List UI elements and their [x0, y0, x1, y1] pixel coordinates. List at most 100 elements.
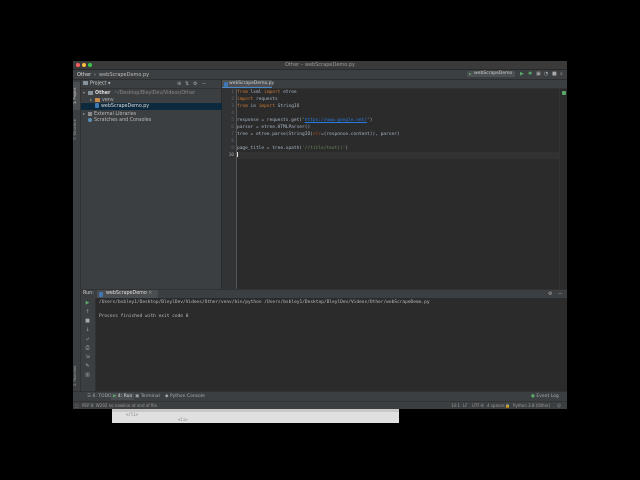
folder-icon [95, 97, 100, 102]
line-number: 8 [231, 139, 234, 144]
run-tab-webscrapedemo[interactable]: webScrapeDemo × [97, 290, 159, 298]
gear-icon[interactable]: ⚙ [548, 291, 552, 297]
up-arrow-icon[interactable]: ↑ [84, 310, 91, 315]
print-icon[interactable]: ⎙ [84, 346, 91, 351]
search-icon[interactable]: ⌕ [560, 72, 563, 77]
run-toolbar: ▶ ↑ ■ ↓ ⤶ ⎙ ⇲ ✎ ▥ [81, 298, 96, 391]
status-bar: ▢ PEP 8: W292 no newline at end of file … [73, 401, 567, 409]
code-line-5: response = requests.get("https://www.goo… [237, 118, 373, 123]
locate-file-icon[interactable]: ⊕ [177, 81, 181, 87]
close-icon[interactable]: × [148, 291, 152, 296]
stop-icon[interactable]: ■ [552, 72, 557, 77]
navigation-bar: Other › webScrapeDemo.py webScrapeDemo ▶… [73, 70, 567, 80]
python-file-icon [95, 103, 99, 108]
lock-icon[interactable]: 🔒 [505, 403, 510, 409]
hide-panel-icon[interactable]: − [202, 81, 206, 87]
line-number: 2 [231, 97, 234, 102]
breadcrumb-separator-icon: › [94, 71, 96, 78]
tree-item-external-libraries[interactable]: ▸ External Libraries [81, 110, 223, 117]
editor-tab-label: webScrapeDemo.py [229, 81, 275, 86]
run-label: Run: [83, 291, 94, 296]
background-text: <li> [178, 417, 188, 422]
notifications-icon[interactable]: ☺ [557, 403, 561, 409]
run-icon[interactable]: ▶ [520, 72, 524, 77]
caret-position[interactable]: 10:1 [451, 403, 460, 409]
trash-icon[interactable]: ▥ [84, 373, 91, 378]
profile-icon[interactable]: ◔ [544, 72, 548, 77]
line-number: 4 [231, 111, 234, 116]
todo-tab[interactable]: ☰ 6: TODO [87, 393, 112, 400]
code-editor[interactable]: from lxml import etree import requests f… [237, 89, 567, 292]
line-number: 3 [231, 104, 234, 109]
scratch-icon [88, 117, 92, 122]
python-file-icon [99, 291, 103, 297]
file-encoding[interactable]: UTF-8 [472, 403, 484, 409]
debug-icon[interactable]: ✱ [528, 72, 532, 77]
inspection-ok-icon[interactable] [562, 91, 566, 95]
python-interpreter[interactable]: Python 3.8 (Other) [513, 403, 550, 409]
hide-panel-icon[interactable]: − [558, 291, 562, 297]
line-number: 5 [231, 118, 234, 123]
code-line-3: from io import StringIO [237, 104, 300, 109]
rerun-icon[interactable]: ▶ [84, 301, 91, 306]
line-number-gutter: 1 2 3 4 5 6 7 8 9 10 [222, 89, 237, 292]
breadcrumb-file[interactable]: webScrapeDemo.py [99, 72, 149, 78]
down-arrow-icon[interactable]: ↓ [84, 328, 91, 333]
tree-item-other[interactable]: ▾ Other ~/Desktop/BleylDev/Videos/Other [81, 89, 223, 96]
background-window-edge [112, 409, 399, 412]
run-console: ▶ ↑ ■ ↓ ⤶ ⎙ ⇲ ✎ ▥ /Users/bsbley1/Desktop… [81, 298, 567, 391]
project-tool-tab[interactable]: 1: Project [73, 82, 80, 110]
event-log-tab[interactable]: ● Event Log [531, 393, 559, 400]
editor-tab-webscrapedemo[interactable]: webScrapeDemo.py [222, 80, 275, 88]
console-command-line: /Users/bsbley1/Desktop/BleylDev/Videos/O… [99, 300, 430, 305]
python-run-icon [469, 72, 472, 75]
line-number: 7 [231, 132, 234, 137]
window-title: Other – webScrapeDemo.py [285, 62, 355, 68]
stop-icon[interactable]: ■ [84, 319, 91, 324]
favorites-tool-tab[interactable]: 2: Favorites [73, 360, 80, 392]
folder-icon [88, 90, 93, 95]
bottom-tool-bar: ☰ 6: TODO ▶ 4: Run ▣ Terminal ◆ Python C… [73, 391, 567, 401]
code-line-2: import requests [237, 97, 278, 102]
title-bar: Other – webScrapeDemo.py [73, 61, 567, 70]
chevron-down-icon: ▾ [107, 81, 111, 87]
library-icon [88, 111, 92, 116]
tree-item-webscrapedemo[interactable]: webScrapeDemo.py [81, 103, 235, 110]
project-view-select[interactable]: Project ▾ [83, 81, 110, 88]
indent-setting[interactable]: 4 spaces [487, 403, 505, 409]
run-config-label: webScrapeDemo [474, 71, 513, 76]
text-caret [237, 152, 238, 157]
scroll-end-icon[interactable]: ⇲ [84, 355, 91, 360]
line-number: 10 [228, 153, 234, 158]
structure-tool-tab[interactable]: 7: Structure [73, 113, 80, 147]
url-link[interactable]: https://www.google.net/ [305, 118, 367, 123]
python-file-icon [224, 81, 228, 87]
background-window: </li> <li> [112, 409, 399, 423]
tree-item-venv[interactable]: ▸ venv [81, 96, 230, 103]
code-line-7: tree = etree.parse(StringIO(str=(respons… [237, 132, 400, 137]
soft-wrap-icon[interactable]: ⤶ [84, 337, 91, 342]
terminal-tab[interactable]: ▣ Terminal [135, 393, 160, 400]
gear-icon[interactable]: ⚙ [193, 81, 197, 87]
code-line-6: parser = etree.HTMLParser() [237, 125, 311, 130]
line-number: 6 [231, 125, 234, 130]
code-line-9: page_title = tree.xpath('//title/text()'… [237, 146, 349, 151]
project-panel-header: Project ▾ ⊕ ⇅ ⚙ − [81, 80, 221, 89]
breadcrumb-project[interactable]: Other [77, 72, 91, 78]
line-separator[interactable]: LF [463, 403, 468, 409]
line-number: 9 [231, 146, 234, 151]
pin-icon[interactable]: ✎ [84, 364, 91, 369]
code-line-10 [237, 152, 567, 159]
error-stripe [559, 89, 567, 292]
run-configuration-select[interactable]: webScrapeDemo [467, 71, 515, 77]
ide-window: Other – webScrapeDemo.py Other › webScra… [73, 61, 567, 409]
status-toggle-icon[interactable]: ▢ [75, 403, 79, 409]
code-line-1: from lxml import etree [237, 90, 297, 95]
coverage-icon[interactable]: ▣ [536, 72, 541, 77]
python-console-tab[interactable]: ◆ Python Console [165, 393, 205, 400]
run-tool-tab[interactable]: ▶ 4: Run [111, 393, 135, 400]
editor-tab-bar: webScrapeDemo.py [222, 80, 567, 89]
collapse-all-icon[interactable]: ⇅ [185, 81, 189, 87]
left-tool-strip: 1: Project 7: Structure 2: Favorites [73, 80, 81, 397]
tree-item-scratches[interactable]: Scratches and Consoles [81, 117, 228, 124]
